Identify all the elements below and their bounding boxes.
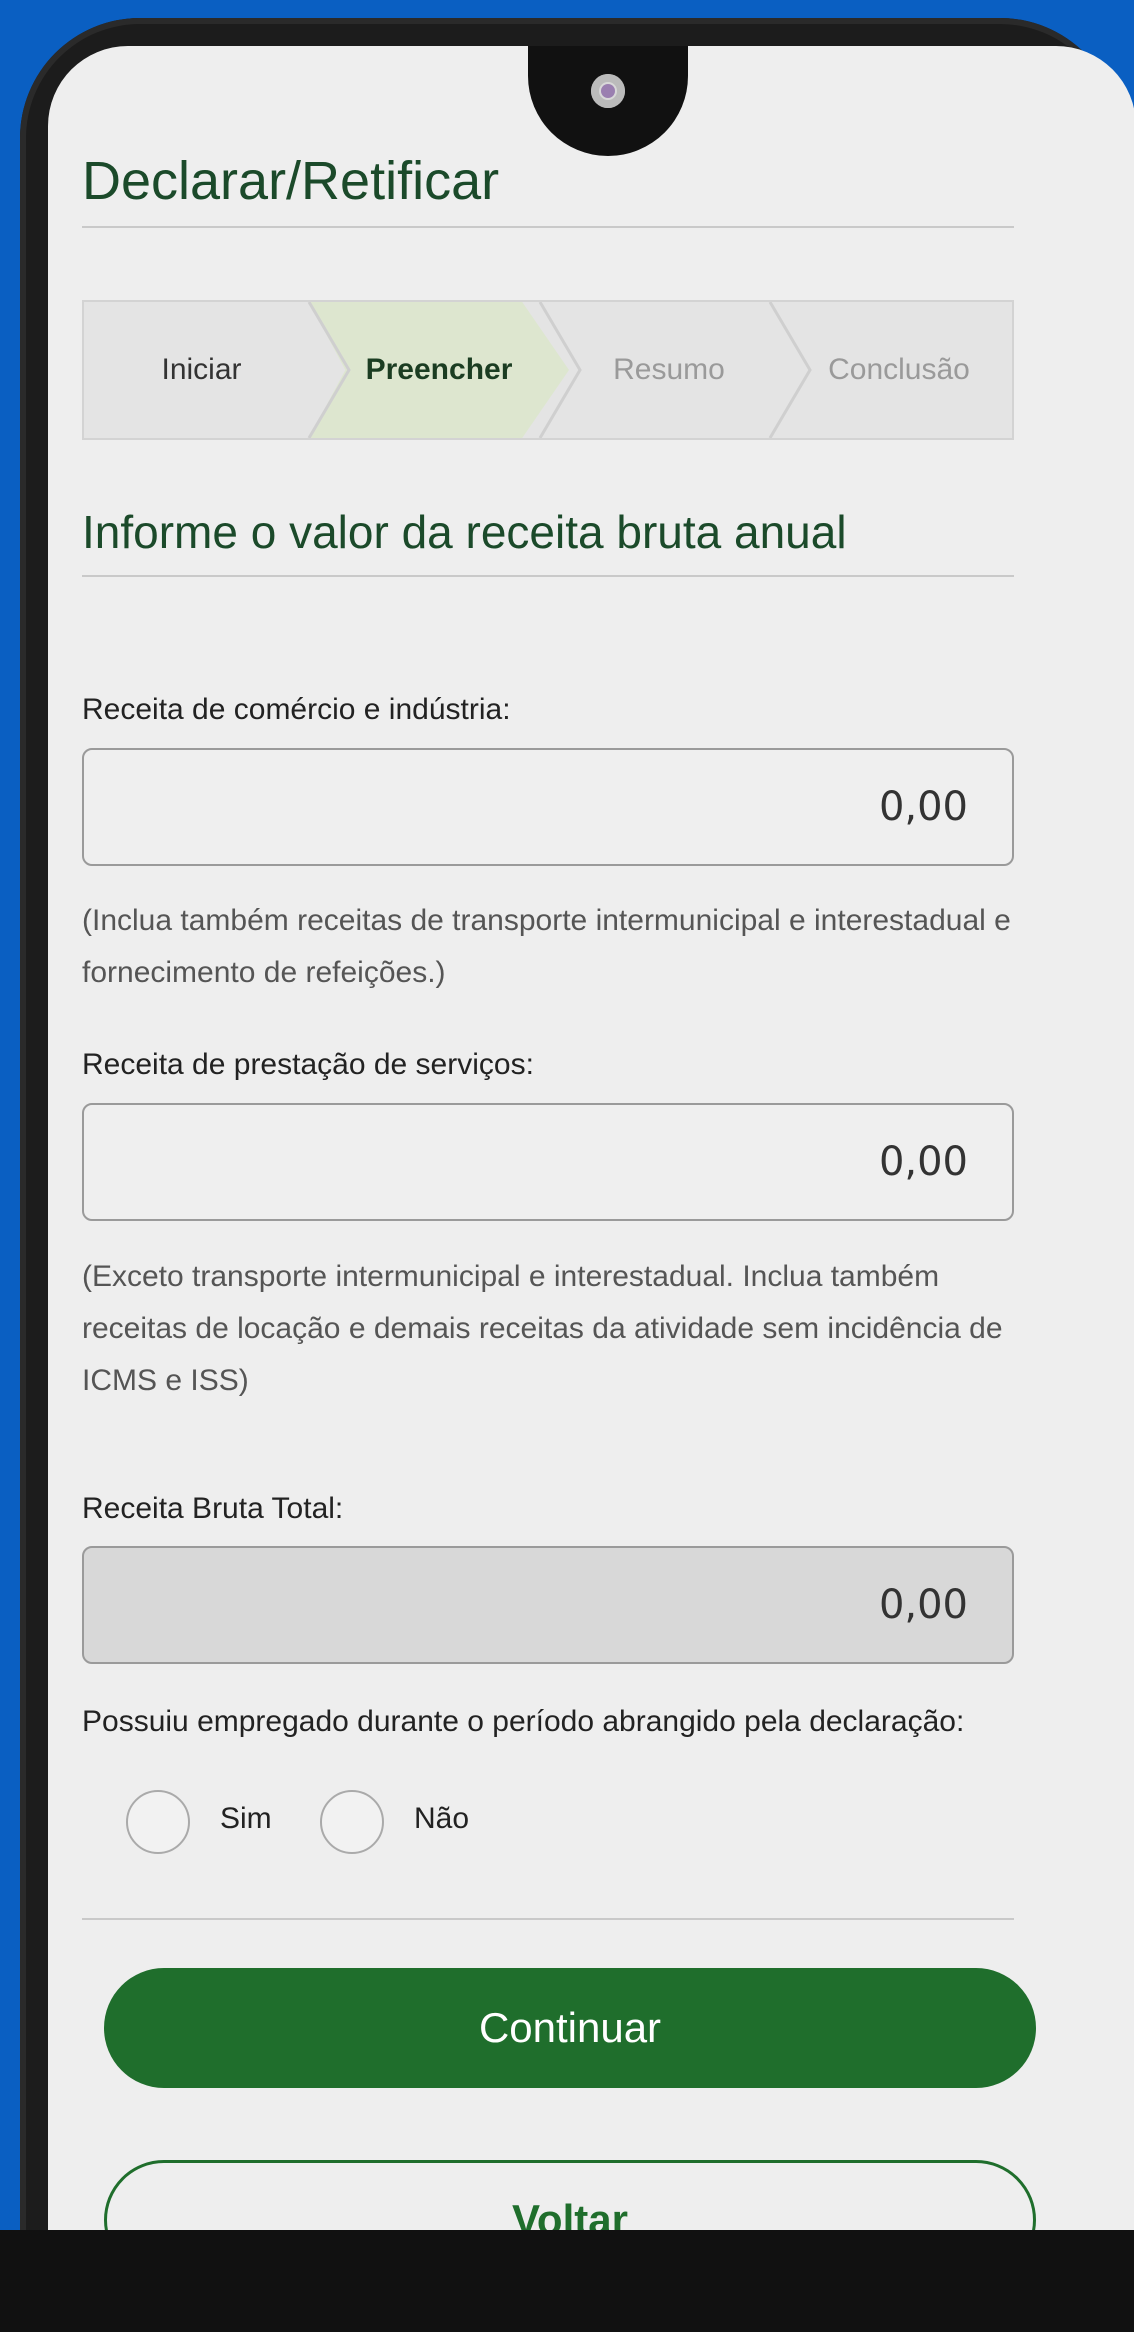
radio-nao-label[interactable]: Não <box>414 1802 469 1836</box>
continue-button[interactable]: Continuar <box>104 1968 1036 2088</box>
section-title: Informe o valor da receita bruta anual <box>82 506 847 558</box>
servicos-label: Receita de prestação de serviços: <box>82 1048 534 1081</box>
progress-stepper: Iniciar Preencher Resumo Conclusão <box>82 300 1014 440</box>
divider <box>82 226 1014 228</box>
comercio-label: Receita de comércio e indústria: <box>82 693 511 726</box>
total-label: Receita Bruta Total: <box>82 1492 344 1525</box>
step-resumo: Resumo <box>613 353 725 386</box>
radio-nao[interactable] <box>320 1790 384 1854</box>
page-title: Declarar/Retificar <box>82 151 500 211</box>
radio-sim[interactable] <box>126 1790 190 1854</box>
step-iniciar: Iniciar <box>161 353 242 386</box>
navigation-bar <box>0 2230 1134 2332</box>
step-conclusao: Conclusão <box>828 353 970 386</box>
empregado-question: Possuiu empregado durante o período abra… <box>82 1705 965 1738</box>
total-input: 0,00 <box>82 1546 1014 1664</box>
divider <box>82 1918 1014 1920</box>
comercio-hint: (Inclua também receitas de transporte in… <box>82 904 1011 989</box>
step-preencher: Preencher <box>365 353 513 386</box>
servicos-hint: (Exceto transporte intermunicipal e inte… <box>82 1260 1003 1397</box>
camera-icon <box>591 74 625 108</box>
camera-notch <box>528 46 688 156</box>
radio-sim-label[interactable]: Sim <box>220 1802 272 1836</box>
servicos-input[interactable]: 0,00 <box>82 1103 1014 1221</box>
comercio-input[interactable]: 0,00 <box>82 748 1014 866</box>
divider <box>82 575 1014 577</box>
